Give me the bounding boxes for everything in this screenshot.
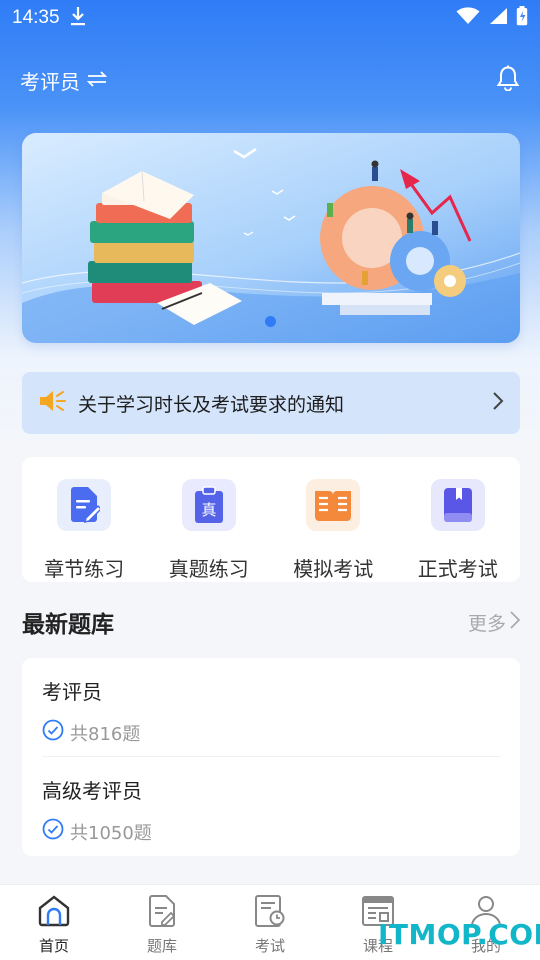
entry-label: 真题练习: [168, 557, 249, 581]
watermark: ITMOP.COM: [378, 918, 540, 951]
tab-label: 首页: [38, 937, 69, 955]
mock-exam-icon: [306, 479, 361, 531]
signal-icon: [488, 7, 508, 29]
wifi-icon: [456, 7, 480, 29]
tab-home[interactable]: 首页: [0, 885, 108, 960]
entry-label: 正式考试: [417, 557, 498, 581]
notice-text: 关于学习时长及考试要求的通知: [78, 393, 345, 416]
entry-formal-exam[interactable]: 正式考试: [396, 479, 520, 582]
list-item[interactable]: 考评员 共816题: [42, 658, 500, 757]
speaker-icon: [38, 388, 66, 418]
role-switcher[interactable]: 考评员: [20, 66, 108, 95]
status-time: 14:35: [12, 7, 60, 28]
tab-label: 题库: [146, 937, 177, 955]
entry-real-exam-practice[interactable]: 真 真题练习: [147, 479, 271, 582]
entry-mock-exam[interactable]: 模拟考试: [271, 479, 395, 582]
promo-banner[interactable]: [22, 133, 520, 343]
section-title: 最新题库: [22, 612, 114, 638]
battery-icon: [516, 6, 528, 30]
bank-count: 共816题: [70, 723, 141, 745]
tab-question-bank[interactable]: 题库: [108, 885, 216, 960]
exam-icon: [254, 895, 286, 931]
bank-count: 共1050题: [70, 822, 152, 844]
chapter-practice-icon: [57, 479, 112, 531]
banner-indicator-dot[interactable]: [265, 316, 276, 327]
more-link[interactable]: 更多: [467, 609, 521, 636]
banner-illustration: [22, 147, 520, 343]
svg-text:真: 真: [201, 501, 216, 519]
list-item[interactable]: 高级考评员 共1050题: [42, 757, 500, 856]
check-circle-icon: [42, 818, 64, 845]
question-bank-list: 考评员 共816题 高级考评员 共1050题: [22, 658, 520, 856]
bank-name: 考评员: [42, 680, 102, 704]
bank-count-row: 共1050题: [42, 818, 500, 845]
question-bank-icon: [147, 895, 177, 931]
role-label: 考评员: [20, 69, 80, 94]
entry-chapter-practice[interactable]: 章节练习: [22, 479, 146, 582]
formal-exam-icon: [430, 479, 485, 531]
bank-count-row: 共816题: [42, 719, 500, 746]
download-icon: [70, 6, 86, 30]
tab-exam[interactable]: 考试: [216, 885, 324, 960]
real-exam-icon: 真: [181, 479, 236, 531]
bank-name: 高级考评员: [42, 779, 142, 803]
notice-bar[interactable]: 关于学习时长及考试要求的通知: [22, 372, 520, 434]
home-icon: [37, 895, 71, 931]
entry-label: 章节练习: [44, 557, 125, 581]
app-bar: 考评员: [0, 60, 540, 100]
chevron-right-icon: [510, 610, 521, 634]
quick-entry-panel: 章节练习 真 真题练习 模拟考试 正式考试: [22, 457, 520, 582]
check-circle-icon: [42, 719, 64, 746]
entry-label: 模拟考试: [293, 557, 374, 581]
tab-label: 考试: [254, 937, 285, 955]
swap-icon: [86, 68, 108, 92]
latest-bank-header: 最新题库 更多: [22, 600, 521, 644]
status-bar: 14:35: [0, 0, 540, 36]
chevron-right-icon: [492, 391, 504, 415]
bell-icon[interactable]: [496, 65, 520, 95]
more-label: 更多: [467, 612, 506, 635]
